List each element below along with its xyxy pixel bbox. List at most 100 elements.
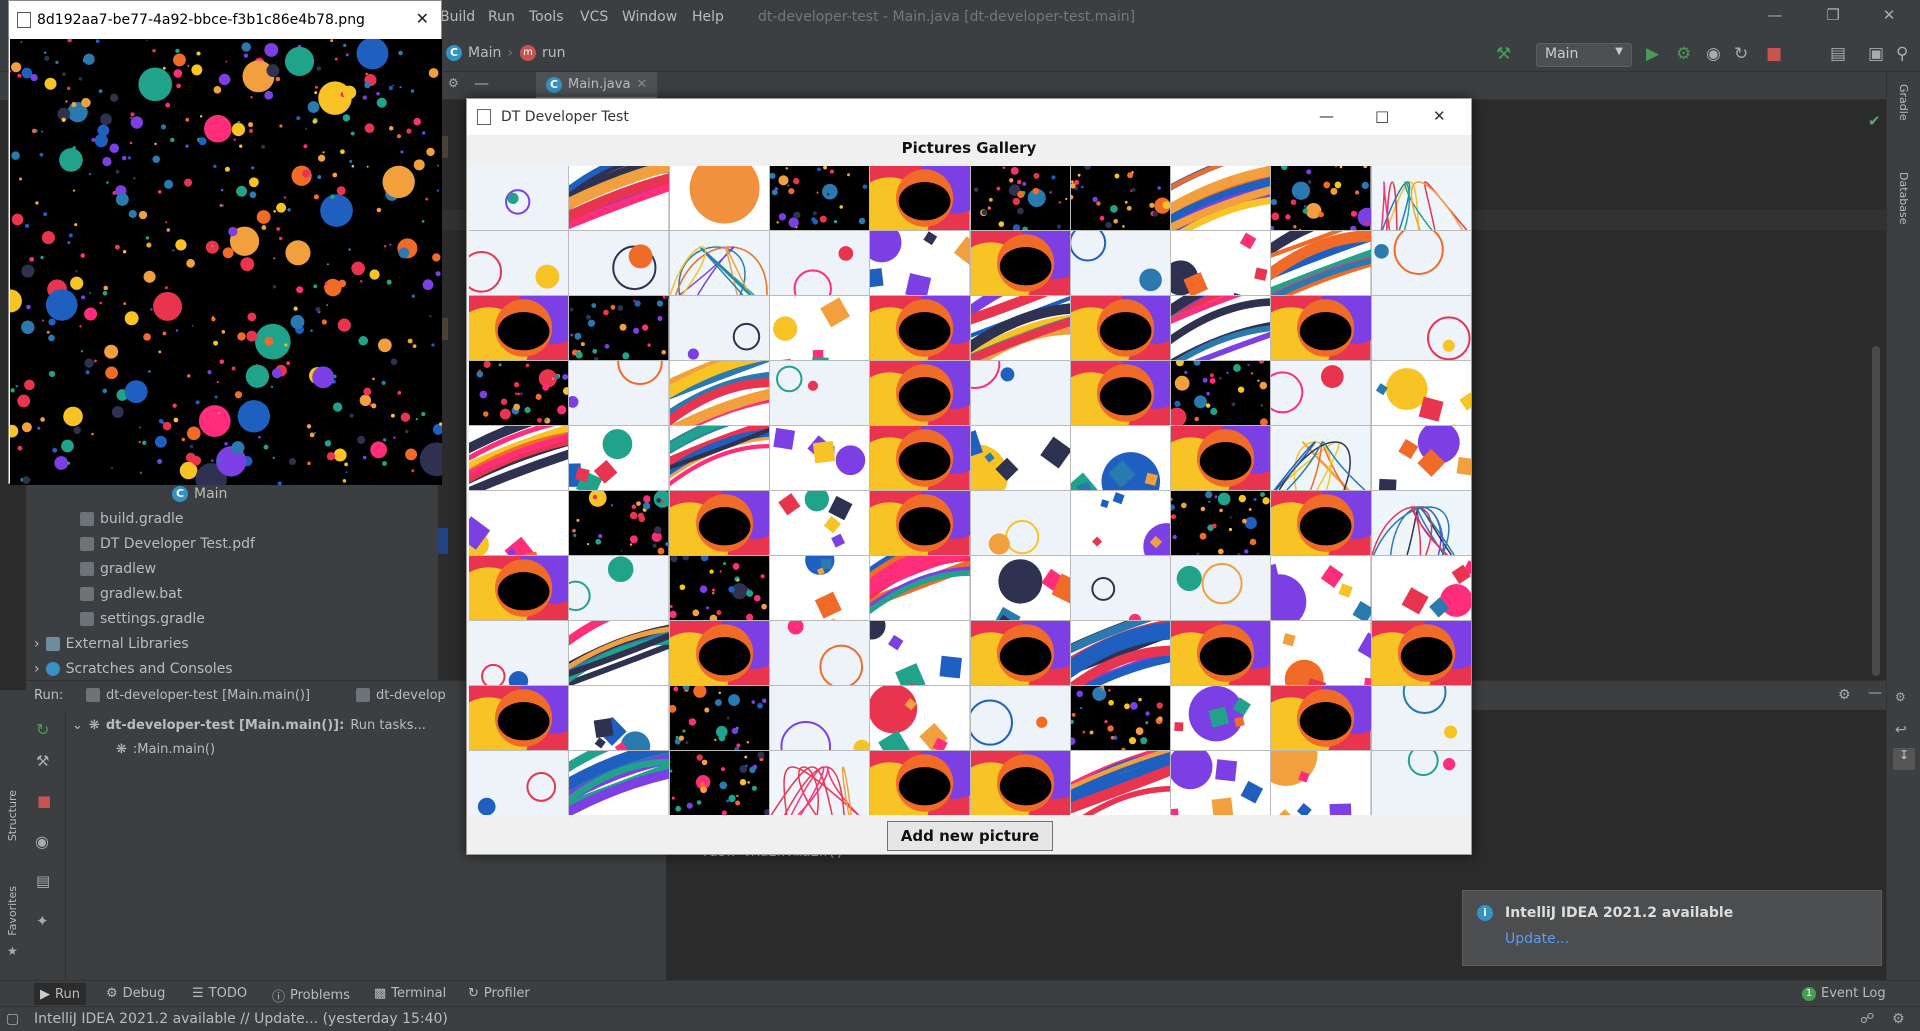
layout-icon[interactable]: ▤ [36,872,50,890]
gallery-thumbnail[interactable] [669,556,769,620]
settings-gear-icon[interactable]: ⚙ [448,76,459,90]
stop-icon[interactable]: ■ [37,792,51,810]
gallery-thumbnail[interactable] [970,166,1070,230]
gallery-thumbnail[interactable] [870,426,970,490]
run-tab-main[interactable]: dt-developer-test [Main.main()] [86,688,310,703]
gallery-thumbnail[interactable] [870,491,970,555]
restore-icon[interactable]: ❐ [1820,6,1846,28]
gradle-tool-button[interactable]: Gradle [1897,84,1910,121]
eye-icon[interactable]: ◉ [35,832,49,851]
gallery-thumbnail[interactable] [1271,426,1371,490]
gallery-thumbnail[interactable] [769,231,870,295]
gallery-thumbnail[interactable] [870,361,970,425]
gallery-thumbnail[interactable] [1371,166,1471,230]
gallery-thumbnail[interactable] [669,686,769,750]
gallery-thumbnail[interactable] [870,686,970,750]
gallery-thumbnail[interactable] [769,751,870,815]
gallery-thumbnail[interactable] [1171,491,1271,555]
gallery-thumbnail[interactable] [870,621,970,685]
add-picture-button[interactable]: Add new picture [887,821,1053,851]
gallery-thumbnail[interactable] [1070,296,1171,360]
gallery-thumbnail[interactable] [1371,751,1471,815]
stop-icon[interactable]: ■ [1766,45,1782,63]
tab-main-java[interactable]: C Main.java ✕ [536,72,658,100]
gallery-thumbnail[interactable] [970,361,1070,425]
build-hammer-icon[interactable]: ⚒ [1496,45,1511,63]
tree-item-external-libraries[interactable]: › External Libraries [34,636,189,652]
gallery-thumbnail[interactable] [1271,166,1371,230]
gallery-thumbnail[interactable] [870,296,970,360]
gallery-thumbnail[interactable] [469,556,569,620]
gallery-thumbnail[interactable] [1171,556,1271,620]
gallery-thumbnail[interactable] [669,231,769,295]
gallery-thumbnail[interactable] [469,426,569,490]
gallery-thumbnail[interactable] [1371,621,1471,685]
gallery-thumbnail[interactable] [469,751,569,815]
status-message[interactable]: IntelliJ IDEA 2021.2 available // Update… [34,1011,448,1027]
inspector-icon[interactable]: ⚙ [1892,1011,1905,1027]
gallery-thumbnail[interactable] [769,166,870,230]
favorites-tool-button[interactable]: Favorites [6,886,19,936]
gallery-thumbnail[interactable] [970,686,1070,750]
gallery-thumbnail[interactable] [1171,296,1271,360]
gallery-thumbnail[interactable] [1171,231,1271,295]
gallery-thumbnail[interactable] [1271,621,1371,685]
menu-vcs[interactable]: VCS [580,9,608,25]
star-icon[interactable]: ★ [7,944,18,958]
update-link[interactable]: Update... [1505,931,1569,947]
tool-profiler[interactable]: ↻ Profiler [468,986,530,1001]
gallery-thumbnail[interactable] [1171,166,1271,230]
gallery-thumbnail[interactable] [469,231,569,295]
gallery-thumbnail[interactable] [1070,686,1171,750]
close-icon[interactable]: ✕ [416,9,429,28]
gallery-thumbnail[interactable] [1271,491,1371,555]
gallery-thumbnail[interactable] [469,296,569,360]
project-structure-icon[interactable]: ▤ [1830,45,1846,63]
gallery-thumbnail[interactable] [669,621,769,685]
menu-tools[interactable]: Tools [529,9,564,25]
profiler-icon[interactable]: ↻ [1734,45,1748,63]
rerun-icon[interactable]: ↻ [36,720,49,739]
tool-todo[interactable]: ☰ TODO [192,986,247,1001]
gallery-thumbnail[interactable] [970,491,1070,555]
editor-scrollbar[interactable] [1872,346,1880,676]
tree-item-gradlew-bat[interactable]: gradlew.bat [80,586,182,602]
tool-run[interactable]: ▶ Run [34,983,86,1005]
gallery-thumbnail[interactable] [1171,751,1271,815]
breadcrumb-main[interactable]: C Main › [446,45,513,61]
run-tab-second[interactable]: dt-develop [356,688,446,703]
close-icon[interactable]: ✕ [1876,6,1902,28]
gallery-thumbnail[interactable] [1271,361,1371,425]
wrench-icon[interactable]: ⚒ [36,752,49,770]
gallery-thumbnail[interactable] [569,231,669,295]
gallery-thumbnail[interactable] [669,361,769,425]
gallery-thumbnail[interactable] [1271,231,1371,295]
gallery-thumbnail[interactable] [569,491,669,555]
menu-run[interactable]: Run [488,9,515,25]
layout-icon[interactable]: ▣ [1868,45,1884,63]
gallery-thumbnail[interactable] [970,621,1070,685]
database-tool-button[interactable]: Database [1897,172,1910,225]
tree-item-pdf[interactable]: DT Developer Test.pdf [80,536,255,552]
gallery-thumbnail[interactable] [970,751,1070,815]
gallery-thumbnail[interactable] [469,491,569,555]
structure-tool-button[interactable]: Structure [6,790,19,841]
gallery-thumbnail[interactable] [1371,491,1471,555]
tool-problems[interactable]: ⓘ Problems [272,986,350,1005]
gallery-thumbnail[interactable] [569,166,669,230]
gear-icon[interactable]: ⚙ [1895,690,1906,704]
gallery-thumbnail[interactable] [1271,686,1371,750]
gallery-thumbnail[interactable] [669,426,769,490]
gallery-thumbnail[interactable] [569,556,669,620]
gallery-thumbnail[interactable] [1371,556,1471,620]
gallery-thumbnail[interactable] [1371,296,1471,360]
gallery-thumbnail[interactable] [1271,556,1371,620]
tree-item-gradlew[interactable]: gradlew [80,561,156,577]
scroll-to-end-icon[interactable]: ↧ [1893,748,1915,770]
gallery-thumbnail[interactable] [970,231,1070,295]
run-icon[interactable]: ▶ [1646,45,1659,63]
gallery-thumbnail[interactable] [569,621,669,685]
gallery-thumbnail[interactable] [1070,231,1171,295]
gallery-thumbnail[interactable] [1271,296,1371,360]
gallery-thumbnail[interactable] [1371,231,1471,295]
